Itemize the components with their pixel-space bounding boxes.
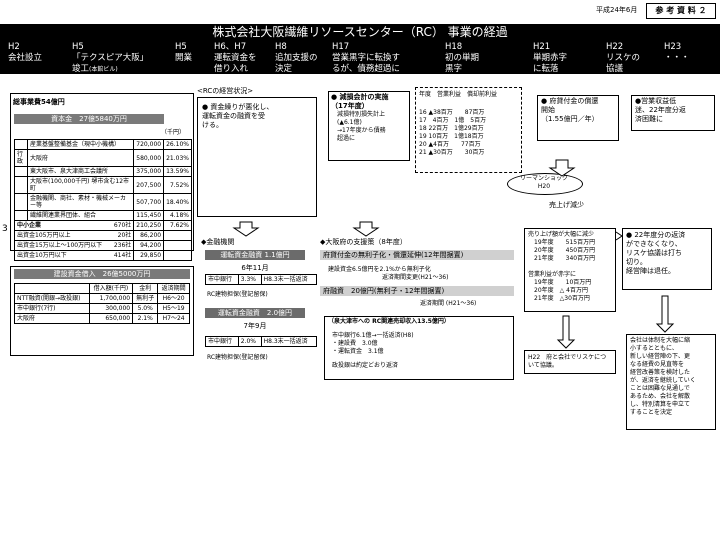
down-arrow-finance (232, 221, 260, 237)
arrows-layer (232, 159, 675, 349)
down-arrow-sales (548, 159, 576, 177)
down-arrow-h22 (556, 315, 576, 349)
down-arrow-company (655, 295, 675, 333)
down-arrow-osaka (352, 221, 380, 237)
right-arrow-fy22 (615, 231, 623, 241)
